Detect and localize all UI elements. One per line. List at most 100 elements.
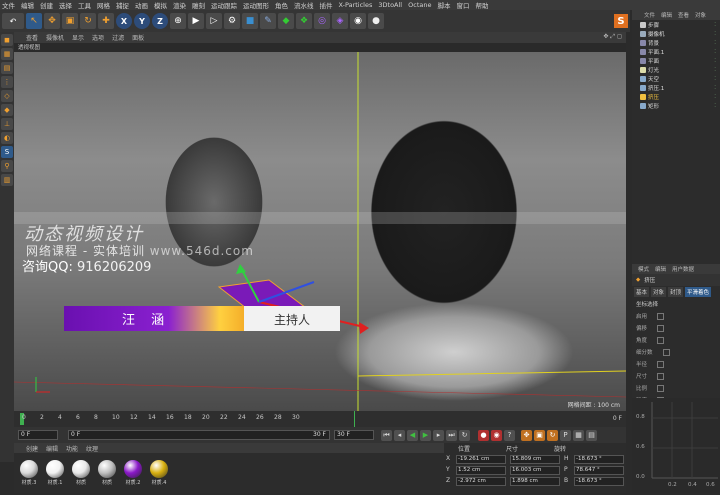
viewport-corner-icons[interactable]: ✥ ⤢ ◻: [603, 33, 622, 41]
attr-tab[interactable]: 基本: [634, 287, 650, 297]
record-icon[interactable]: ●: [478, 429, 489, 441]
model-mode-icon[interactable]: ◼: [1, 34, 13, 46]
visibility-dots-icon[interactable]: ⁚: [714, 22, 716, 28]
material-item[interactable]: 材质.4: [148, 460, 170, 486]
menu-item[interactable]: 动画: [135, 0, 148, 10]
current-frame-field[interactable]: 0 F: [18, 430, 58, 440]
coords-pos-field[interactable]: -2.972 cm: [456, 477, 506, 486]
camera-icon[interactable]: ◉: [350, 13, 366, 29]
menu-item[interactable]: 窗口: [456, 0, 469, 10]
prev-key-icon[interactable]: ◂: [394, 429, 405, 441]
cube-icon[interactable]: ■: [242, 13, 258, 29]
material-item[interactable]: 材质: [96, 460, 118, 486]
material-item[interactable]: 材质.1: [44, 460, 66, 486]
axis-y-button[interactable]: Y: [134, 13, 150, 29]
coords-rot-field[interactable]: 78.647 °: [574, 466, 624, 475]
object-row[interactable]: 矩形 ⁚: [632, 101, 720, 110]
mat-menu-texture[interactable]: 纹理: [86, 444, 98, 453]
attr-checkbox[interactable]: [657, 336, 665, 344]
key-rotation-icon[interactable]: ↻: [547, 429, 558, 441]
coordinate-system-icon[interactable]: ⊕: [170, 13, 186, 29]
select-tool-icon[interactable]: ↖: [26, 13, 42, 29]
object-row[interactable]: 平面.1 ⁚: [632, 47, 720, 56]
render-settings-icon[interactable]: ⚙: [224, 13, 240, 29]
tweak-icon[interactable]: ◐: [1, 132, 13, 144]
scale-tool-icon[interactable]: ▣: [62, 13, 78, 29]
attr-tab[interactable]: 封顶: [668, 287, 684, 297]
vp-menu-filter[interactable]: 过滤: [112, 33, 124, 42]
object-row[interactable]: 摄像机 ⁚: [632, 29, 720, 38]
subdivision-icon[interactable]: ◆: [278, 13, 294, 29]
obj-menu-file[interactable]: 文件: [644, 11, 655, 19]
object-row[interactable]: 灯光 ⁚: [632, 65, 720, 74]
object-row[interactable]: 平面 ⁚: [632, 56, 720, 65]
attr-tab[interactable]: 平滑着色: [685, 287, 712, 297]
mat-menu-edit[interactable]: 编辑: [46, 444, 58, 453]
play-icon[interactable]: ▶: [420, 429, 431, 441]
attr-checkbox[interactable]: [657, 324, 665, 332]
obj-menu-objects[interactable]: 对象: [695, 11, 706, 19]
material-item[interactable]: 材质.3: [18, 460, 40, 486]
menu-item[interactable]: 创建: [40, 0, 53, 10]
object-row[interactable]: 挤压.1 ⁚: [632, 83, 720, 92]
obj-menu-view[interactable]: 查看: [678, 11, 689, 19]
visibility-dots-icon[interactable]: ⁚: [714, 85, 716, 91]
undo-button[interactable]: ↶: [2, 13, 24, 29]
axis-mode-icon[interactable]: ⊥: [1, 118, 13, 130]
menu-item[interactable]: 渲染: [173, 0, 186, 10]
menu-item[interactable]: 网格: [97, 0, 110, 10]
vp-menu-panel[interactable]: 面板: [132, 33, 144, 42]
rotate-tool-icon[interactable]: ↻: [80, 13, 96, 29]
vp-menu-camera[interactable]: 摄像机: [46, 33, 64, 42]
vp-menu-view[interactable]: 查看: [26, 33, 38, 42]
coords-size-field[interactable]: 1.898 cm: [510, 477, 560, 486]
menu-item[interactable]: 文件: [2, 0, 15, 10]
attr-menu-edit[interactable]: 编辑: [655, 265, 666, 273]
key-more-icon[interactable]: ▤: [586, 429, 597, 441]
object-row[interactable]: 步骤 ⁚: [632, 20, 720, 29]
points-mode-icon[interactable]: ⋮: [1, 76, 13, 88]
menu-item[interactable]: X-Particles: [339, 1, 373, 9]
coords-size-field[interactable]: 16.003 cm: [510, 466, 560, 475]
attr-menu-mode[interactable]: 模式: [638, 265, 649, 273]
material-item[interactable]: 材质.2: [122, 460, 144, 486]
object-row[interactable]: 背景 ⁚: [632, 38, 720, 47]
goto-end-icon[interactable]: ⏭: [446, 429, 457, 441]
next-key-icon[interactable]: ▸: [433, 429, 444, 441]
coords-size-field[interactable]: 15.809 cm: [510, 455, 560, 464]
menu-item[interactable]: 雕刻: [192, 0, 205, 10]
menu-item[interactable]: 捕捉: [116, 0, 129, 10]
visibility-dots-icon[interactable]: ⁚: [714, 49, 716, 55]
texture-mode-icon[interactable]: ▦: [1, 48, 13, 60]
menu-item[interactable]: 帮助: [475, 0, 488, 10]
vp-menu-options[interactable]: 选项: [92, 33, 104, 42]
coords-pos-field[interactable]: -19.261 cm: [456, 455, 506, 464]
polygons-mode-icon[interactable]: ◆: [1, 104, 13, 116]
mat-menu-create[interactable]: 创建: [26, 444, 38, 453]
keyframe-selection-icon[interactable]: ?: [504, 429, 515, 441]
visibility-dots-icon[interactable]: ⁚: [714, 76, 716, 82]
workplane-icon[interactable]: ▤: [1, 62, 13, 74]
coords-rot-field[interactable]: -18.673 °: [574, 455, 624, 464]
menu-item[interactable]: 角色: [275, 0, 288, 10]
key-scale-icon[interactable]: ▣: [534, 429, 545, 441]
snap-icon[interactable]: S: [1, 146, 13, 158]
scene-icon[interactable]: ◈: [332, 13, 348, 29]
menu-item[interactable]: Octane: [408, 1, 431, 9]
play-back-icon[interactable]: ◀: [407, 429, 418, 441]
menu-item[interactable]: 运动图形: [243, 0, 269, 10]
visibility-dots-icon[interactable]: ⁚: [714, 103, 716, 109]
autokey-icon[interactable]: ◉: [491, 429, 502, 441]
attr-checkbox[interactable]: [657, 312, 665, 320]
render-picture-icon[interactable]: ▷: [206, 13, 222, 29]
key-pla-icon[interactable]: ▦: [573, 429, 584, 441]
attr-tab[interactable]: 对象: [651, 287, 667, 297]
grid-icon[interactable]: ▥: [1, 174, 13, 186]
coords-rot-field[interactable]: -18.673 °: [574, 477, 624, 486]
visibility-dots-icon[interactable]: ⁚: [714, 94, 716, 100]
attr-checkbox[interactable]: [657, 384, 665, 392]
attr-checkbox[interactable]: [662, 348, 670, 356]
timeline-ruler[interactable]: 0 2 4 6 8 10 12 14 16 18 20 22 24 26 28 30 0 F: [14, 411, 626, 427]
menu-item[interactable]: 编辑: [21, 0, 34, 10]
deformer-icon[interactable]: ◎: [314, 13, 330, 29]
